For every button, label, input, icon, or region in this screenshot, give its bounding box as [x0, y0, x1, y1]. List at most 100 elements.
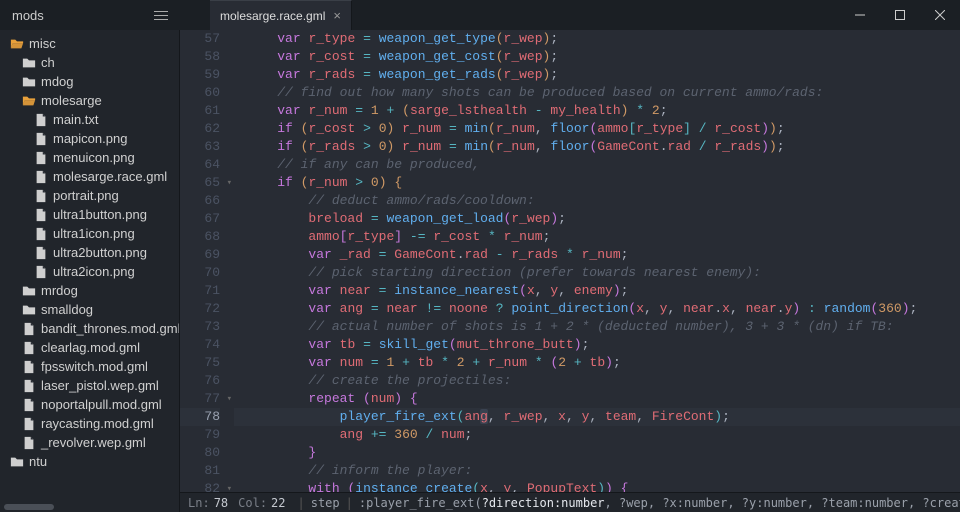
line-number: 62 — [180, 120, 220, 138]
tree-item[interactable]: smalldog — [0, 300, 179, 319]
editor: 5758596061626364656667686970717273747576… — [180, 30, 960, 512]
code-line[interactable]: ang += 360 / num; — [234, 426, 960, 444]
tree-item-label: smalldog — [41, 302, 93, 317]
folder-icon — [22, 56, 36, 70]
line-number: 58 — [180, 48, 220, 66]
code-line[interactable]: // find out how many shots can be produc… — [234, 84, 960, 102]
tree-item[interactable]: _revolver.wep.gml — [0, 433, 179, 452]
code-line[interactable]: var r_cost = weapon_get_cost(r_wep); — [234, 48, 960, 66]
tree-item[interactable]: menuicon.png — [0, 148, 179, 167]
line-number: 82 — [180, 480, 220, 492]
tree-item-label: mapicon.png — [53, 131, 127, 146]
tree-item[interactable]: raycasting.mod.gml — [0, 414, 179, 433]
tree-item[interactable]: portrait.png — [0, 186, 179, 205]
tree-item-label: ultra2button.png — [53, 245, 147, 260]
tree-item-label: mdog — [41, 74, 74, 89]
code-line[interactable]: if (r_rads > 0) r_num = min(r_num, floor… — [234, 138, 960, 156]
tree-item[interactable]: molesarge.race.gml — [0, 167, 179, 186]
hamburger-icon[interactable] — [154, 11, 168, 20]
tree-item[interactable]: ultra2icon.png — [0, 262, 179, 281]
tree-item-label: ch — [41, 55, 55, 70]
tree-item[interactable]: noportalpull.mod.gml — [0, 395, 179, 414]
code-text[interactable]: var r_type = weapon_get_type(r_wep); var… — [234, 30, 960, 492]
tree-item[interactable]: bandit_thrones.mod.gml — [0, 319, 179, 338]
tree-item-label: menuicon.png — [53, 150, 135, 165]
code-line[interactable]: // if any can be produced, — [234, 156, 960, 174]
code-line[interactable]: // create the projectiles: — [234, 372, 960, 390]
tree-item[interactable]: misc — [0, 34, 179, 53]
tree-item-label: molesarge — [41, 93, 102, 108]
line-number: 65 — [180, 174, 220, 192]
file-icon — [34, 151, 48, 165]
code-area[interactable]: 5758596061626364656667686970717273747576… — [180, 30, 960, 492]
tree-item[interactable]: main.txt — [0, 110, 179, 129]
tree-item[interactable]: laser_pistol.wep.gml — [0, 376, 179, 395]
code-line[interactable]: // inform the player: — [234, 462, 960, 480]
code-line[interactable]: // pick starting direction (prefer towar… — [234, 264, 960, 282]
tree-item-label: noportalpull.mod.gml — [41, 397, 162, 412]
file-icon — [34, 113, 48, 127]
tree-item[interactable]: mdog — [0, 72, 179, 91]
code-line[interactable]: var tb = skill_get(mut_throne_butt); — [234, 336, 960, 354]
code-line[interactable]: var r_rads = weapon_get_rads(r_wep); — [234, 66, 960, 84]
line-number: 75 — [180, 354, 220, 372]
tree-item[interactable]: ch — [0, 53, 179, 72]
tree-item-label: ultra1button.png — [53, 207, 147, 222]
tree-item-label: laser_pistol.wep.gml — [41, 378, 159, 393]
line-number: 81 — [180, 462, 220, 480]
code-line[interactable]: var r_type = weapon_get_type(r_wep); — [234, 30, 960, 48]
tree-item[interactable]: clearlag.mod.gml — [0, 338, 179, 357]
tree-item-label: ultra2icon.png — [53, 264, 135, 279]
tab-active[interactable]: molesarge.race.gml × — [210, 0, 352, 30]
line-number: 57 — [180, 30, 220, 48]
tree-item-label: _revolver.wep.gml — [41, 435, 146, 450]
code-line[interactable]: repeat (num) { — [234, 390, 960, 408]
line-number: 70 — [180, 264, 220, 282]
tree-item[interactable]: mapicon.png — [0, 129, 179, 148]
file-icon — [34, 246, 48, 260]
code-line[interactable]: player_fire_ext(ang, r_wep, x, y, team, … — [234, 408, 960, 426]
file-icon — [22, 379, 36, 393]
code-line[interactable]: } — [234, 444, 960, 462]
file-icon — [34, 208, 48, 222]
code-line[interactable]: var num = 1 + tb * 2 + r_num * (2 + tb); — [234, 354, 960, 372]
line-number: 61 — [180, 102, 220, 120]
maximize-button[interactable] — [880, 0, 920, 30]
line-number: 63 — [180, 138, 220, 156]
tree-item-label: raycasting.mod.gml — [41, 416, 154, 431]
tree-item[interactable]: molesarge — [0, 91, 179, 110]
tree-item[interactable]: ultra2button.png — [0, 243, 179, 262]
scrollbar-thumb[interactable] — [4, 504, 54, 510]
code-line[interactable]: var r_num = 1 + (sarge_lsthealth - my_he… — [234, 102, 960, 120]
tree-item[interactable]: ntu — [0, 452, 179, 471]
file-tree[interactable]: misc ch mdog molesarge main.txt mapicon.png me… — [0, 30, 180, 512]
tree-item[interactable]: ultra1icon.png — [0, 224, 179, 243]
folder-icon — [22, 75, 36, 89]
code-line[interactable]: var near = instance_nearest(x, y, enemy)… — [234, 282, 960, 300]
code-line[interactable]: if (r_cost > 0) r_num = min(r_num, floor… — [234, 120, 960, 138]
code-line[interactable]: // actual number of shots is 1 + 2 * (de… — [234, 318, 960, 336]
code-line[interactable]: ammo[r_type] -= r_cost * r_num; — [234, 228, 960, 246]
status-bar: Ln: 78 Col: 22 | step | :player_fire_ext… — [180, 492, 960, 512]
file-icon — [22, 360, 36, 374]
folder-open-icon — [22, 94, 36, 108]
tree-item[interactable]: mrdog — [0, 281, 179, 300]
tree-item[interactable]: fpsswitch.mod.gml — [0, 357, 179, 376]
sidebar-title: mods — [12, 8, 44, 23]
code-line[interactable]: if (r_num > 0) { — [234, 174, 960, 192]
code-line[interactable]: var ang = near != noone ? point_directio… — [234, 300, 960, 318]
file-icon — [22, 341, 36, 355]
minimize-button[interactable] — [840, 0, 880, 30]
tree-item[interactable]: ultra1button.png — [0, 205, 179, 224]
code-line[interactable]: var _rad = GameCont.rad - r_rads * r_num… — [234, 246, 960, 264]
line-number: 71 — [180, 282, 220, 300]
line-number: 76 — [180, 372, 220, 390]
tree-item-label: bandit_thrones.mod.gml — [41, 321, 180, 336]
title-bar: mods molesarge.race.gml × — [0, 0, 960, 30]
code-line[interactable]: // deduct ammo/rads/cooldown: — [234, 192, 960, 210]
code-line[interactable]: breload = weapon_get_load(r_wep); — [234, 210, 960, 228]
close-icon[interactable]: × — [333, 8, 341, 23]
close-button[interactable] — [920, 0, 960, 30]
signature-hint: :player_fire_ext(?direction:number, ?wep… — [359, 496, 960, 510]
code-line[interactable]: with (instance_create(x, y, PopupText)) … — [234, 480, 960, 492]
